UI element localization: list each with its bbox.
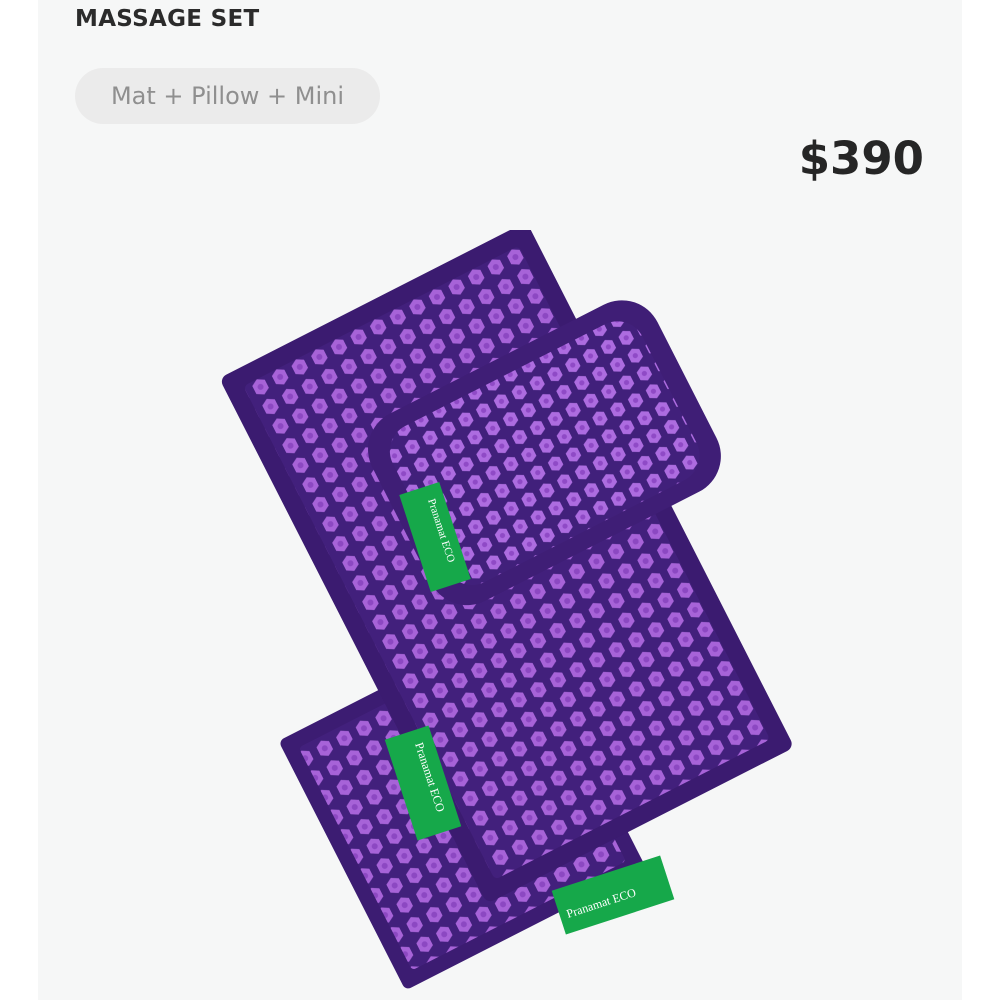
variant-pill[interactable]: Mat + Pillow + Mini bbox=[75, 68, 380, 124]
product-title: MASSAGE SET bbox=[75, 6, 260, 32]
product-image: Pranamat ECO Pranamat ECO Pranamat ECO bbox=[221, 230, 792, 989]
product-price: $390 bbox=[798, 132, 924, 185]
